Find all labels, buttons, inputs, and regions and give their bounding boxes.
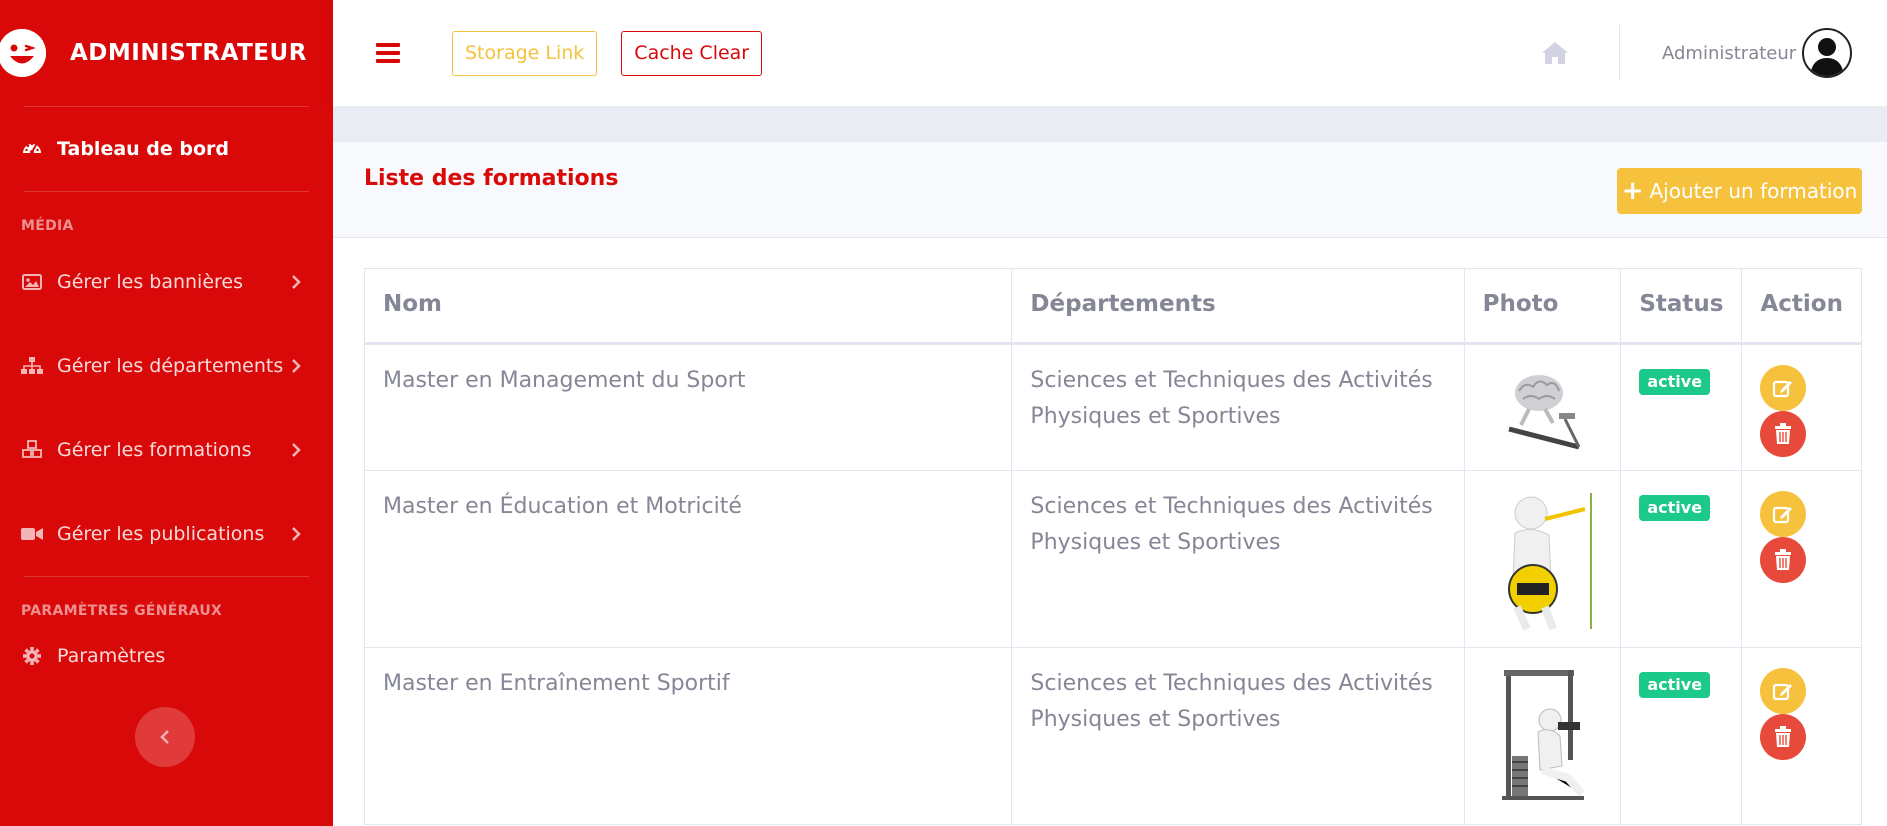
delete-button[interactable] xyxy=(1760,714,1807,760)
cell-photo xyxy=(1463,470,1622,648)
table-row: Master en Management du Sport Sciences e… xyxy=(363,343,1862,471)
avatar[interactable] xyxy=(1802,28,1852,78)
sidebar-item-label: Tableau de bord xyxy=(57,138,230,160)
plus-icon: + xyxy=(1621,176,1644,206)
formation-photo xyxy=(1483,489,1603,633)
sidebar-item-departements[interactable]: Gérer les départements xyxy=(0,324,333,408)
formations-card: Liste des formations + Ajouter un format… xyxy=(333,142,1887,826)
sidebar-item-label: Gérer les formations xyxy=(57,439,252,461)
edit-icon xyxy=(1773,380,1793,398)
cubes-icon xyxy=(21,439,43,461)
sidebar-divider xyxy=(24,191,309,192)
cell-status: active xyxy=(1620,647,1743,825)
tachometer-icon xyxy=(21,138,43,160)
edit-button[interactable] xyxy=(1760,491,1807,537)
column-header-nom[interactable]: Nom xyxy=(363,268,1013,345)
cell-action xyxy=(1741,647,1862,825)
cell-nom: Master en Entraînement Sportif xyxy=(363,647,1013,825)
brand-title: ADMINISTRATEUR xyxy=(70,40,307,66)
cell-departement: Sciences et Techniques des Activités Phy… xyxy=(1011,647,1465,825)
cell-action xyxy=(1741,343,1862,471)
video-icon xyxy=(21,523,43,545)
sidebar-item-label: Paramètres xyxy=(57,645,166,667)
trash-icon xyxy=(1775,726,1792,747)
cog-icon xyxy=(21,645,43,667)
sidebar-item-label: Gérer les bannières xyxy=(57,271,243,293)
column-header-action[interactable]: Action xyxy=(1741,268,1862,345)
sidebar-item-formations[interactable]: Gérer les formations xyxy=(0,408,333,492)
sidebar-heading-media: MÉDIA xyxy=(21,218,74,234)
cell-departement: Sciences et Techniques des Activités Phy… xyxy=(1011,470,1465,648)
add-formation-label: Ajouter un formation xyxy=(1649,179,1858,203)
sidebar-brand[interactable]: ADMINISTRATEUR xyxy=(0,0,333,106)
edit-button[interactable] xyxy=(1760,668,1807,714)
cell-photo xyxy=(1463,343,1622,471)
sitemap-icon xyxy=(21,355,43,377)
formation-photo xyxy=(1483,363,1603,459)
topbar: Storage Link Cache Clear Administrateur xyxy=(333,0,1887,106)
column-header-departements[interactable]: Départements xyxy=(1011,268,1465,345)
trash-icon xyxy=(1775,549,1792,570)
column-header-status[interactable]: Status xyxy=(1620,268,1743,345)
cell-photo xyxy=(1463,647,1622,825)
chevron-left-icon xyxy=(160,730,169,744)
status-badge: active xyxy=(1639,369,1711,395)
cell-status: active xyxy=(1620,470,1743,648)
delete-button[interactable] xyxy=(1760,537,1807,583)
chevron-right-icon xyxy=(289,275,303,289)
card-header: Liste des formations + Ajouter un format… xyxy=(333,142,1887,238)
sidebar-item-dashboard[interactable]: Tableau de bord xyxy=(0,107,333,191)
cache-clear-button[interactable]: Cache Clear xyxy=(621,30,763,76)
sidebar-item-label: Gérer les publications xyxy=(57,523,265,545)
edit-icon xyxy=(1773,506,1793,524)
table-row: Master en Éducation et Motricité Science… xyxy=(363,470,1862,648)
edit-icon xyxy=(1773,683,1793,701)
sidebar-item-parametres[interactable]: Paramètres xyxy=(0,625,333,687)
sidebar-heading-settings: PARAMÈTRES GÉNÉRAUX xyxy=(21,603,223,619)
cell-nom: Master en Éducation et Motricité xyxy=(363,470,1013,648)
menu-toggle-icon[interactable] xyxy=(376,43,400,63)
column-header-photo[interactable]: Photo xyxy=(1463,268,1622,345)
add-formation-button[interactable]: + Ajouter un formation xyxy=(1617,168,1862,214)
edit-button[interactable] xyxy=(1760,365,1807,411)
chevron-right-icon xyxy=(289,443,303,457)
status-badge: active xyxy=(1639,672,1711,698)
content-spacer xyxy=(333,106,1887,142)
laugh-wink-icon xyxy=(0,29,46,77)
user-name[interactable]: Administrateur xyxy=(1662,0,1796,106)
table-header-row: Nom Départements Photo Status Action xyxy=(363,268,1862,345)
sidebar-toggle-button[interactable] xyxy=(135,707,195,767)
image-icon xyxy=(21,271,43,293)
topbar-divider xyxy=(1619,25,1620,81)
cell-nom: Master en Management du Sport xyxy=(363,343,1013,471)
chevron-right-icon xyxy=(289,527,303,541)
trash-icon xyxy=(1775,423,1792,444)
formations-table: Nom Départements Photo Status Action Mas… xyxy=(363,268,1862,825)
page-title: Liste des formations xyxy=(364,166,619,191)
table-row: Master en Entraînement Sportif Sciences … xyxy=(363,647,1862,825)
delete-button[interactable] xyxy=(1760,411,1807,457)
cell-status: active xyxy=(1620,343,1743,471)
storage-link-button[interactable]: Storage Link xyxy=(452,30,598,76)
home-icon[interactable] xyxy=(1541,40,1569,66)
formation-photo xyxy=(1483,666,1603,802)
sidebar-item-publications[interactable]: Gérer les publications xyxy=(0,492,333,576)
status-badge: active xyxy=(1639,495,1711,521)
cell-departement: Sciences et Techniques des Activités Phy… xyxy=(1011,343,1465,471)
sidebar-item-label: Gérer les départements xyxy=(57,355,284,377)
sidebar-item-bannieres[interactable]: Gérer les bannières xyxy=(0,240,333,324)
cell-action xyxy=(1741,470,1862,648)
sidebar: ADMINISTRATEUR Tableau de bord MÉDIA Gér… xyxy=(0,0,333,826)
chevron-right-icon xyxy=(289,359,303,373)
sidebar-divider xyxy=(24,576,309,577)
